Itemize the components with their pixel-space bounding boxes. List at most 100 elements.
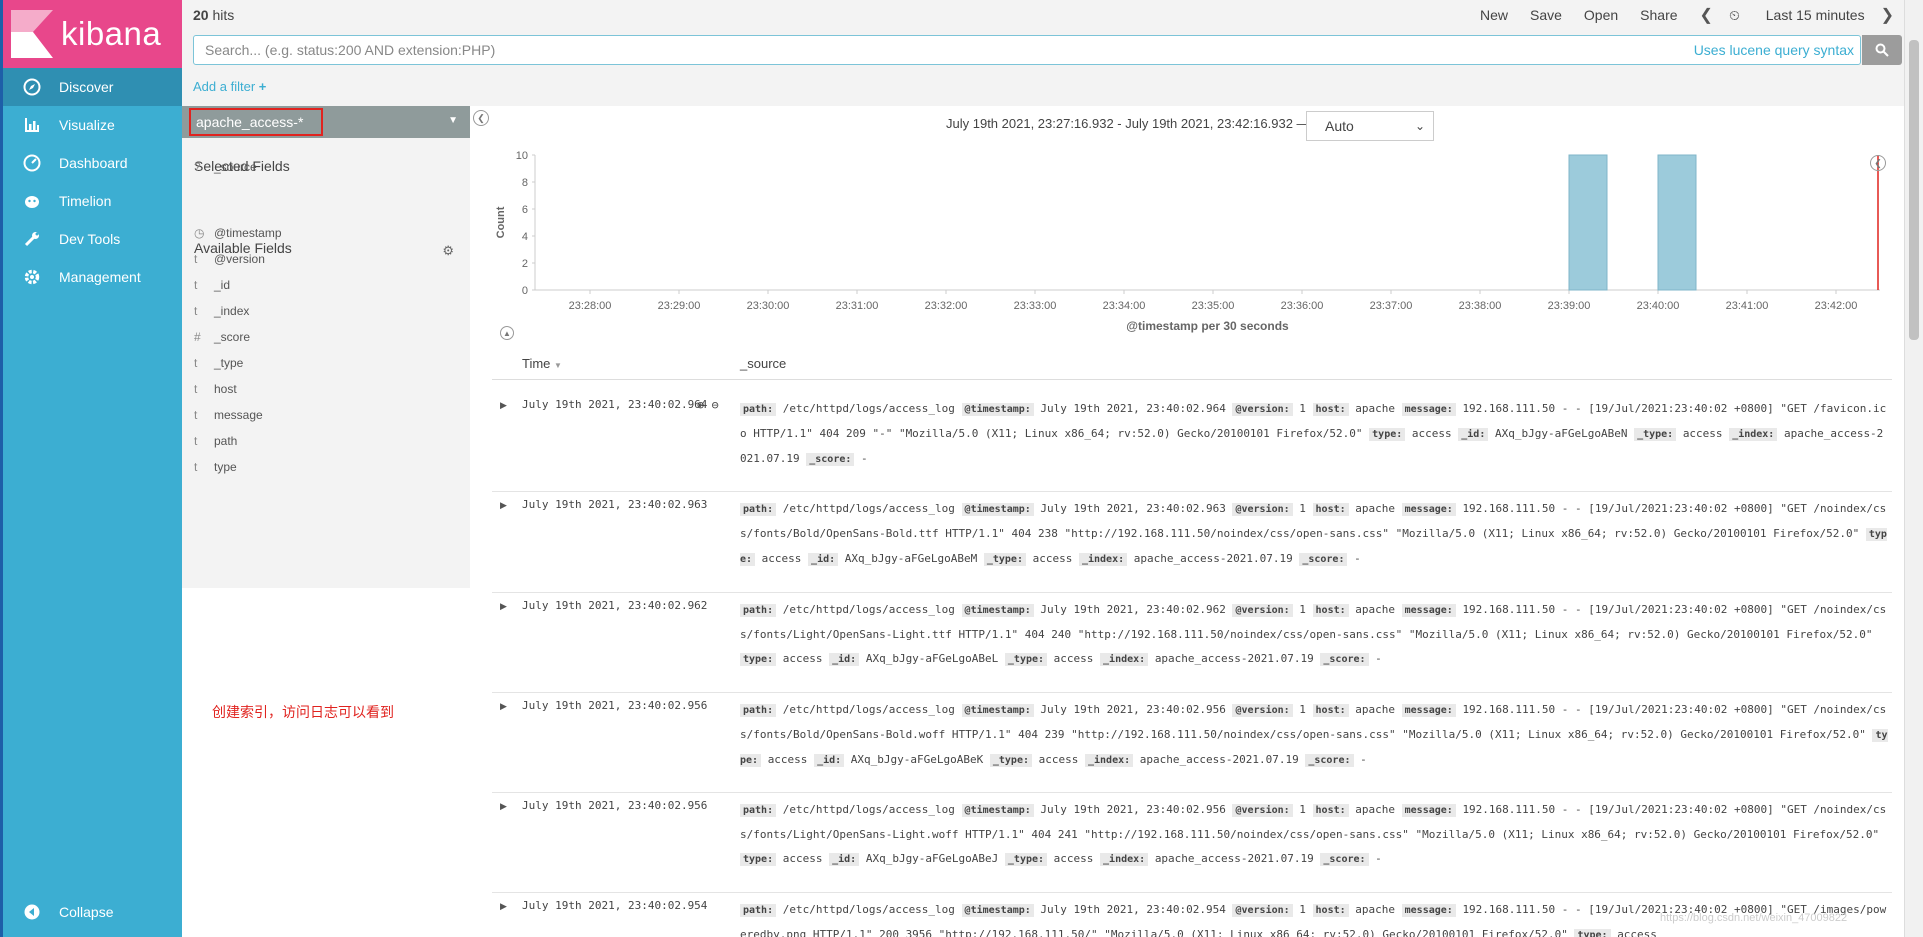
lucene-syntax-link[interactable]: Uses lucene query syntax: [1694, 42, 1854, 58]
source-key-score: _score:: [1299, 553, 1348, 566]
time-column-header[interactable]: Time ▼: [522, 356, 562, 371]
scrollbar[interactable]: [1904, 0, 1923, 937]
x-tick-label: 23:40:00: [1637, 300, 1680, 312]
field-item-source[interactable]: ? _source: [194, 160, 257, 174]
source-value-itype: access: [1053, 652, 1094, 665]
x-tick-label: 23:29:00: [658, 300, 701, 312]
x-tick-label: 23:34:00: [1103, 300, 1146, 312]
caret-down-icon: ▼: [448, 115, 458, 126]
table-row[interactable]: ▶ July 19th 2021, 23:40:02.956 path: /etc/…: [492, 793, 1892, 893]
field-item-message[interactable]: t message: [194, 408, 263, 422]
new-button[interactable]: New: [1480, 7, 1508, 23]
field-item-id[interactable]: t _id: [194, 278, 230, 292]
source-key-message: message:: [1401, 704, 1456, 717]
source-key-timestamp: @timestamp:: [961, 604, 1034, 617]
add-filter-link[interactable]: Add a filter +: [193, 79, 266, 94]
time-forward-chevron-icon[interactable]: ❯: [1881, 5, 1894, 25]
source-key-type: type:: [740, 653, 777, 666]
field-item-type[interactable]: t type: [194, 460, 237, 474]
kibana-logo-icon: [11, 10, 53, 58]
field-settings-gear-icon[interactable]: ⚙: [442, 243, 454, 259]
x-tick-label: 23:35:00: [1192, 300, 1235, 312]
time-picker-button[interactable]: ⏲ Last 15 minutes: [1729, 7, 1865, 24]
kibana-logo[interactable]: kibana: [3, 0, 182, 68]
source-key-version: @version:: [1232, 704, 1293, 717]
source-value-type: access: [782, 852, 823, 865]
source-value-host: apache: [1355, 603, 1396, 616]
histogram-bar[interactable]: [1657, 154, 1697, 291]
source-value-id: AXq_bJgy-aFGeLgoABeM: [844, 552, 978, 565]
zoom-in-icon[interactable]: ⊕ ⊖: [697, 398, 719, 412]
source-key-path: path:: [740, 403, 777, 416]
index-pattern-selector[interactable]: apache_access-* ▼: [182, 106, 470, 138]
field-item-timestamp[interactable]: ◷ @timestamp: [194, 226, 282, 240]
table-row[interactable]: ▶ July 19th 2021, 23:40:02.963 path: /etc/…: [492, 492, 1892, 593]
collapse-button[interactable]: Collapse: [3, 893, 182, 931]
field-type-icon: ?: [194, 160, 201, 174]
source-value-score: -: [1360, 753, 1367, 766]
chart-collapse-icon[interactable]: ▲: [500, 326, 514, 340]
expand-row-icon[interactable]: ▶: [500, 801, 507, 812]
source-value-type: access: [761, 552, 802, 565]
source-key-itype: _type:: [983, 553, 1026, 566]
expand-row-icon[interactable]: ▶: [500, 500, 507, 511]
source-value-host: apache: [1355, 803, 1396, 816]
collapse-sidebar-icon[interactable]: ❮: [473, 110, 489, 126]
save-button[interactable]: Save: [1530, 7, 1562, 23]
source-key-id: _id:: [829, 653, 860, 666]
field-name: _type: [214, 356, 244, 370]
y-tick-label: 6: [522, 204, 528, 216]
expand-row-icon[interactable]: ▶: [500, 701, 507, 712]
field-type-icon: t: [194, 304, 198, 318]
field-item-path[interactable]: t path: [194, 434, 237, 448]
field-type-icon: t: [194, 434, 198, 448]
field-item-score[interactable]: # _score: [194, 330, 250, 344]
source-value-index: apache_access-2021.07.19: [1139, 753, 1299, 766]
expand-row-icon[interactable]: ▶: [500, 901, 507, 912]
kibana-app: kibana Discover Visualize Dashboard Timelio…: [0, 0, 1923, 937]
expand-row-icon[interactable]: ▶: [500, 400, 507, 411]
time-back-chevron-icon[interactable]: ❮: [1700, 5, 1713, 25]
brand-name: kibana: [61, 15, 162, 52]
histogram-bar[interactable]: [1568, 154, 1608, 291]
source-key-path: path:: [740, 804, 777, 817]
nav-item-visualize[interactable]: Visualize: [3, 106, 182, 144]
search-input[interactable]: Search... (e.g. status:200 AND extension…: [193, 35, 1861, 65]
scrollbar-thumb[interactable]: [1909, 40, 1919, 340]
search-button[interactable]: [1862, 35, 1902, 65]
row-time: July 19th 2021, 23:40:02.964: [522, 398, 708, 411]
top-menu: New Save Open Share ❮ ⏲ Last 15 minutes …: [1458, 5, 1894, 25]
nav-item-discover[interactable]: Discover: [3, 68, 182, 106]
field-item-version[interactable]: t @version: [194, 252, 265, 266]
row-time: July 19th 2021, 23:40:02.963: [522, 498, 708, 511]
source-value-version: 1: [1299, 903, 1306, 916]
nav-item-label: Discover: [59, 79, 114, 95]
expand-row-icon[interactable]: ▶: [500, 601, 507, 612]
field-item-host[interactable]: t host: [194, 382, 237, 396]
source-key-version: @version:: [1232, 604, 1293, 617]
row-time: July 19th 2021, 23:40:02.956: [522, 799, 708, 812]
table-row[interactable]: ▶ July 19th 2021, 23:40:02.964 ⊕ ⊖ path: /e…: [492, 392, 1892, 492]
compass-icon: [21, 76, 43, 98]
field-type-icon: t: [194, 382, 198, 396]
nav-item-timelion[interactable]: Timelion: [3, 182, 182, 220]
source-value-path: /etc/httpd/logs/access_log: [782, 402, 955, 415]
collapse-icon: [21, 901, 43, 923]
source-value-index: apache_access-2021.07.19: [1154, 652, 1314, 665]
nav-item-dashboard[interactable]: Dashboard: [3, 144, 182, 182]
nav-item-management[interactable]: Management: [3, 258, 182, 296]
field-item-type[interactable]: t _type: [194, 356, 243, 370]
source-value-score: -: [1375, 652, 1382, 665]
open-button[interactable]: Open: [1584, 7, 1618, 23]
source-key-index: _index:: [1078, 553, 1128, 566]
chart-legend-toggle-icon[interactable]: ❮: [1870, 155, 1886, 171]
interval-select[interactable]: Auto ⌄: [1306, 111, 1434, 141]
share-button[interactable]: Share: [1640, 7, 1677, 23]
table-row[interactable]: ▶ July 19th 2021, 23:40:02.962 path: /etc/…: [492, 593, 1892, 693]
search-placeholder: Search... (e.g. status:200 AND extension…: [205, 42, 496, 58]
table-row[interactable]: ▶ July 19th 2021, 23:40:02.956 path: /etc/…: [492, 693, 1892, 793]
field-item-index[interactable]: t _index: [194, 304, 249, 318]
source-value-id: AXq_bJgy-aFGeLgoABeL: [865, 652, 999, 665]
source-key-id: _id:: [829, 853, 860, 866]
nav-item-dev-tools[interactable]: Dev Tools: [3, 220, 182, 258]
